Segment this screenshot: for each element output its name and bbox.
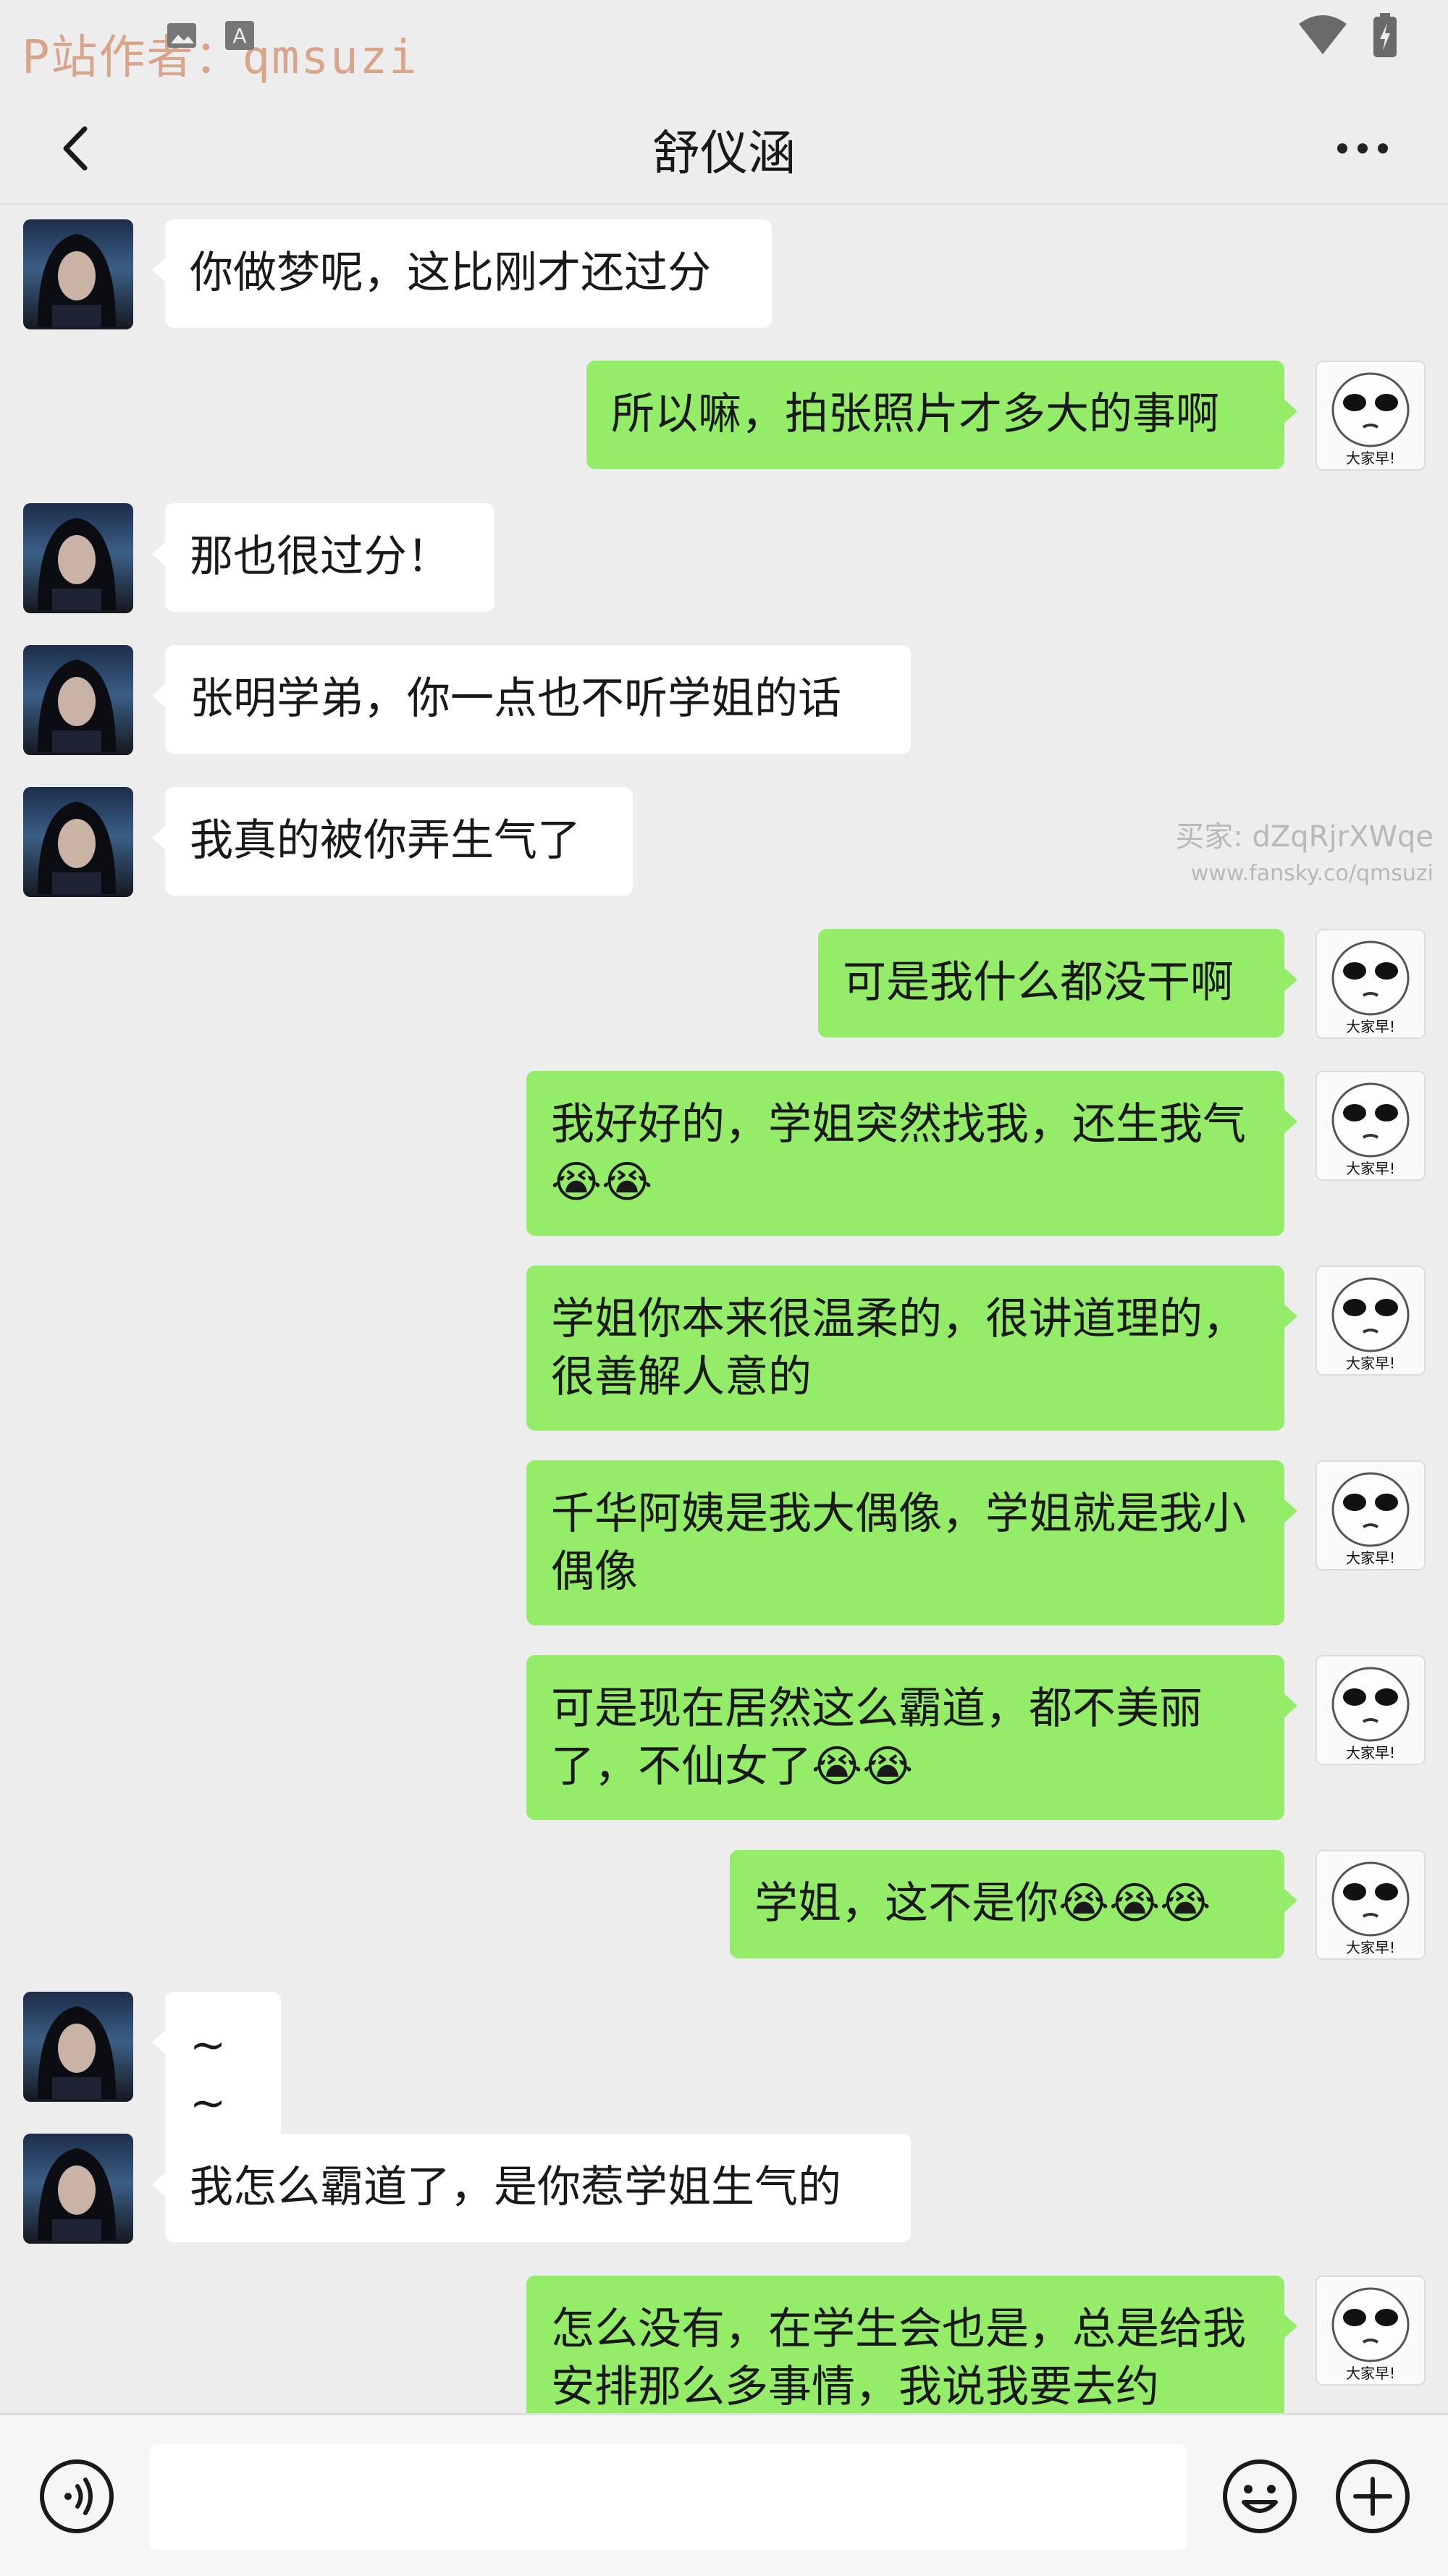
contact-avatar[interactable] [23, 787, 133, 897]
buyer-watermark: 买家: dZqRjrXWqe www.fansky.co/qmsuzi [1175, 820, 1434, 886]
sticker-face-image: 大家早! [1331, 1472, 1410, 1567]
emoji-button[interactable] [1221, 2457, 1299, 2535]
sent-message-bubble[interactable]: 千华阿姨是我大偶像，学姐就是我小偶像 [526, 1460, 1297, 1625]
my-avatar[interactable]: 大家早! [1316, 1655, 1426, 1765]
received-message-bubble[interactable]: 那也很过分！ [152, 503, 494, 612]
my-avatar[interactable]: 大家早! [1316, 1071, 1426, 1181]
contact-avatar[interactable] [23, 1992, 133, 2102]
my-avatar[interactable]: 大家早! [1316, 1850, 1426, 1960]
avatar-caption: 大家早! [1346, 1939, 1395, 1956]
sticker-face-image: 大家早! [1331, 1082, 1410, 1177]
my-avatar[interactable]: 大家早! [1316, 361, 1426, 471]
battery-charging-icon [1373, 13, 1397, 57]
sent-message-bubble[interactable]: 可是现在居然这么霸道，都不美丽了，不仙女了😭😭 [526, 1655, 1297, 1820]
sent-message-bubble[interactable]: 怎么没有，在学生会也是，总是给我安排那么多事情，我说我要去约 [526, 2276, 1297, 2413]
my-avatar[interactable]: 大家早! [1316, 1266, 1426, 1376]
contact-avatar[interactable] [23, 2134, 133, 2244]
avatar-caption: 大家早! [1346, 1355, 1395, 1372]
my-avatar[interactable]: 大家早! [1316, 929, 1426, 1039]
sticker-face-image: 大家早! [1331, 2287, 1410, 2382]
sent-message-bubble[interactable]: 所以嘛，拍张照片才多大的事啊 [586, 361, 1297, 469]
input-bar [0, 2413, 1448, 2576]
sticker-face-image: 大家早! [1331, 940, 1410, 1035]
message-list[interactable]: 买家: dZqRjrXWqe www.fansky.co/qmsuzi 你做梦呢… [0, 205, 1448, 2413]
avatar-caption: 大家早! [1346, 2365, 1395, 2382]
sent-message-bubble[interactable]: 我好好的，学姐突然找我，还生我气😭😭 [526, 1071, 1297, 1236]
avatar-caption: 大家早! [1346, 1160, 1395, 1177]
received-message-bubble[interactable]: 我真的被你弄生气了 [152, 787, 633, 896]
contact-avatar-image [38, 801, 116, 894]
more-functions-button[interactable] [1334, 2457, 1412, 2535]
contact-avatar-image [38, 518, 116, 610]
sticker-face-image: 大家早! [1331, 1667, 1410, 1761]
voice-icon [40, 2459, 114, 2533]
contact-avatar-image [38, 234, 116, 327]
more-options-button[interactable] [1319, 112, 1406, 185]
avatar-caption: 大家早! [1346, 1018, 1395, 1035]
contact-avatar[interactable] [23, 219, 133, 329]
received-message-bubble[interactable]: ~~ [152, 1992, 281, 2157]
message-input[interactable] [150, 2444, 1187, 2550]
font-icon: A [225, 21, 254, 50]
my-avatar[interactable]: 大家早! [1316, 2276, 1426, 2386]
contact-avatar-image [38, 2148, 116, 2241]
svg-text:A: A [232, 24, 246, 48]
my-avatar[interactable]: 大家早! [1316, 1460, 1426, 1570]
avatar-caption: 大家早! [1346, 1549, 1395, 1567]
avatar-caption: 大家早! [1346, 1744, 1395, 1761]
chat-header: 舒仪涵 [0, 94, 1448, 205]
status-bar: P站作者：qmsuzi A [0, 0, 1448, 94]
sent-message-bubble[interactable]: 学姐你本来很温柔的，很讲道理的，很善解人意的 [526, 1266, 1297, 1431]
contact-avatar-image [38, 2006, 116, 2099]
more-horizontal-icon [1337, 143, 1347, 153]
emoji-icon [1223, 2459, 1297, 2533]
contact-avatar[interactable] [23, 503, 133, 613]
wifi-icon [1299, 15, 1347, 54]
sticker-face-image: 大家早! [1331, 1277, 1410, 1372]
sticker-face-image: 大家早! [1331, 372, 1410, 467]
avatar-caption: 大家早! [1346, 450, 1395, 467]
sent-message-bubble[interactable]: 可是我什么都没干啊 [818, 929, 1297, 1037]
contact-avatar[interactable] [23, 645, 133, 755]
image-icon [167, 23, 196, 48]
sticker-face-image: 大家早! [1331, 1861, 1410, 1956]
contact-name-title: 舒仪涵 [652, 125, 796, 181]
received-message-bubble[interactable]: 你做梦呢，这比刚才还过分 [152, 219, 772, 328]
voice-button[interactable] [38, 2457, 116, 2535]
received-message-bubble[interactable]: 张明学弟，你一点也不听学姐的话 [152, 645, 911, 754]
plus-circle-icon [1336, 2459, 1410, 2533]
contact-avatar-image [38, 660, 116, 752]
sent-message-bubble[interactable]: 学姐，这不是你😭😭😭 [730, 1850, 1297, 1958]
received-message-bubble[interactable]: 我怎么霸道了，是你惹学姐生气的 [152, 2134, 911, 2242]
